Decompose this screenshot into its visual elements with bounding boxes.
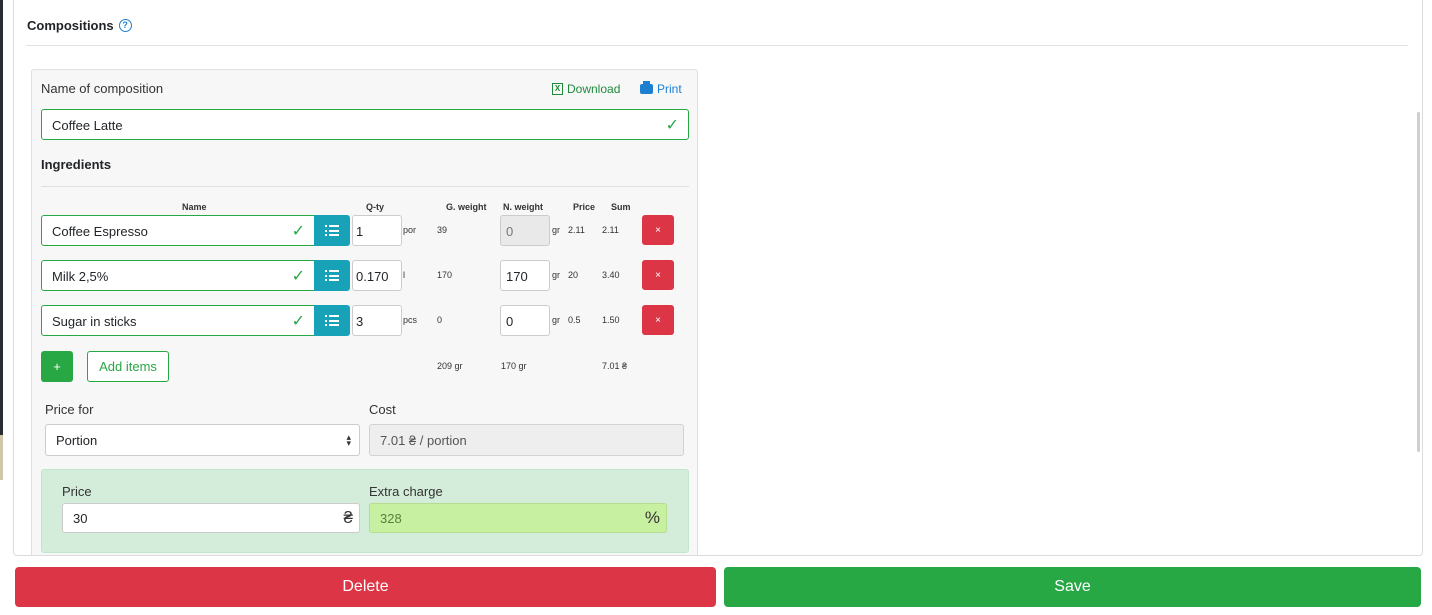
printer-icon	[640, 81, 653, 94]
price-panel: Price Extra charge 30 ₴ 328 %	[41, 469, 689, 553]
valid-check-icon: ✓	[291, 223, 305, 240]
net-weight-unit: gr	[552, 270, 561, 280]
scrollbar[interactable]	[1417, 112, 1420, 452]
composition-panel: Name of composition X Download Print Cof…	[31, 69, 698, 555]
price-input[interactable]: 30 ₴	[62, 503, 360, 533]
valid-check-icon: ✓	[291, 268, 305, 285]
total-net-weight: 170 gr	[501, 361, 527, 371]
net-weight-unit: gr	[552, 225, 561, 235]
quantity-input[interactable]: 0.170	[352, 260, 402, 291]
print-link[interactable]: Print	[640, 81, 682, 96]
col-header-sum: Sum	[611, 202, 631, 212]
extra-charge-input[interactable]: 328 %	[369, 503, 667, 533]
ingredient-name-input[interactable]: Sugar in sticks ✓	[41, 305, 315, 336]
col-header-name: Name	[182, 202, 207, 212]
download-label: Download	[567, 82, 621, 96]
ingredient-list-button[interactable]	[314, 215, 350, 246]
quantity-unit: pcs	[403, 315, 418, 325]
percent-icon: %	[644, 508, 660, 527]
close-icon: ×	[655, 224, 661, 236]
cost-field: 7.01 ₴ / portion	[369, 424, 684, 456]
extra-charge-value: 328	[380, 511, 402, 526]
ingredient-sum: 3.40	[602, 270, 620, 280]
net-weight-input[interactable]: 170	[500, 260, 550, 291]
left-edge	[0, 0, 13, 615]
ingredient-name-value: Sugar in sticks	[52, 314, 137, 329]
hryvnia-icon: ₴	[343, 508, 353, 527]
ingredient-row: Sugar in sticks ✓ 3 pcs 0 0 gr 0.5 1.50	[41, 305, 681, 337]
left-edge-dark	[0, 0, 3, 435]
excel-icon: X	[552, 83, 563, 95]
ingredient-name-input[interactable]: Milk 2,5% ✓	[41, 260, 315, 291]
cost-label: Cost	[369, 402, 396, 417]
ingredient-price: 20	[568, 270, 579, 280]
quantity-unit: por	[403, 225, 417, 235]
valid-check-icon: ✓	[665, 117, 679, 134]
add-items-button[interactable]: Add items	[87, 351, 169, 382]
net-weight-unit: gr	[552, 315, 561, 325]
ingredient-list-button[interactable]	[314, 305, 350, 336]
add-ingredient-button[interactable]: +	[41, 351, 73, 382]
ingredient-name-value: Coffee Espresso	[52, 224, 148, 239]
ingredient-name-value: Milk 2,5%	[52, 269, 109, 284]
quantity-input[interactable]: 1	[352, 215, 402, 246]
ingredients-divider	[41, 186, 689, 187]
composition-name-label: Name of composition	[41, 81, 164, 96]
total-gross-weight: 209 gr	[437, 361, 463, 371]
remove-ingredient-button[interactable]: ×	[642, 260, 674, 290]
ingredient-list-button[interactable]	[314, 260, 350, 291]
net-weight-input: 0	[500, 215, 550, 246]
price-value: 30	[73, 511, 88, 526]
net-weight-input[interactable]: 0	[500, 305, 550, 336]
list-icon	[325, 315, 339, 326]
ingredient-price: 0.5	[568, 315, 581, 325]
ingredient-sum: 1.50	[602, 315, 620, 325]
quantity-input[interactable]: 3	[352, 305, 402, 336]
col-header-qty: Q-ty	[366, 202, 384, 212]
composition-name-input[interactable]: Coffee Latte ✓	[41, 109, 689, 140]
section-title: Compositions ?	[27, 18, 132, 33]
save-button[interactable]: Save	[724, 567, 1421, 607]
select-arrows-icon: ▴ ▾	[346, 432, 351, 448]
col-header-net: N. weight	[503, 202, 543, 212]
gross-weight: 0	[437, 315, 443, 325]
total-sum: 7.01 ₴	[602, 361, 628, 371]
question-circle-icon[interactable]: ?	[118, 19, 132, 32]
close-icon: ×	[655, 269, 661, 281]
extra-charge-label: Extra charge	[369, 484, 443, 499]
price-for-select[interactable]: Portion ▴ ▾	[45, 424, 360, 456]
price-for-value: Portion	[56, 433, 98, 448]
app-root: Compositions ? Name of composition X Dow…	[0, 0, 1432, 615]
ingredients-title: Ingredients	[41, 157, 112, 172]
remove-ingredient-button[interactable]: ×	[642, 305, 674, 335]
download-link[interactable]: X Download	[552, 82, 620, 96]
ingredient-name-input[interactable]: Coffee Espresso ✓	[41, 215, 315, 246]
title-divider	[26, 45, 1408, 46]
close-icon: ×	[655, 314, 661, 326]
gross-weight: 39	[437, 225, 448, 235]
ingredient-row: Milk 2,5% ✓ 0.170 l 170 170 gr 20 3.40 ×	[41, 260, 681, 292]
list-icon	[325, 225, 339, 236]
price-for-label: Price for	[45, 402, 94, 417]
compositions-card: Compositions ? Name of composition X Dow…	[13, 0, 1423, 556]
section-title-text: Compositions	[27, 18, 114, 33]
left-edge-tan	[0, 435, 3, 480]
delete-button[interactable]: Delete	[15, 567, 716, 607]
quantity-unit: l	[403, 270, 405, 280]
composition-name-value: Coffee Latte	[52, 118, 123, 133]
col-header-price: Price	[573, 202, 596, 212]
gross-weight: 170	[437, 270, 453, 280]
remove-ingredient-button[interactable]: ×	[642, 215, 674, 245]
list-icon	[325, 270, 339, 281]
col-header-gross: G. weight	[446, 202, 487, 212]
ingredient-sum: 2.11	[602, 225, 619, 235]
ingredient-row: Coffee Espresso ✓ 1 por 39 0 gr 2.11 2.1…	[41, 215, 681, 247]
valid-check-icon: ✓	[291, 313, 305, 330]
print-label: Print	[657, 82, 682, 96]
price-label: Price	[62, 484, 92, 499]
ingredient-price: 2.11	[568, 225, 585, 235]
